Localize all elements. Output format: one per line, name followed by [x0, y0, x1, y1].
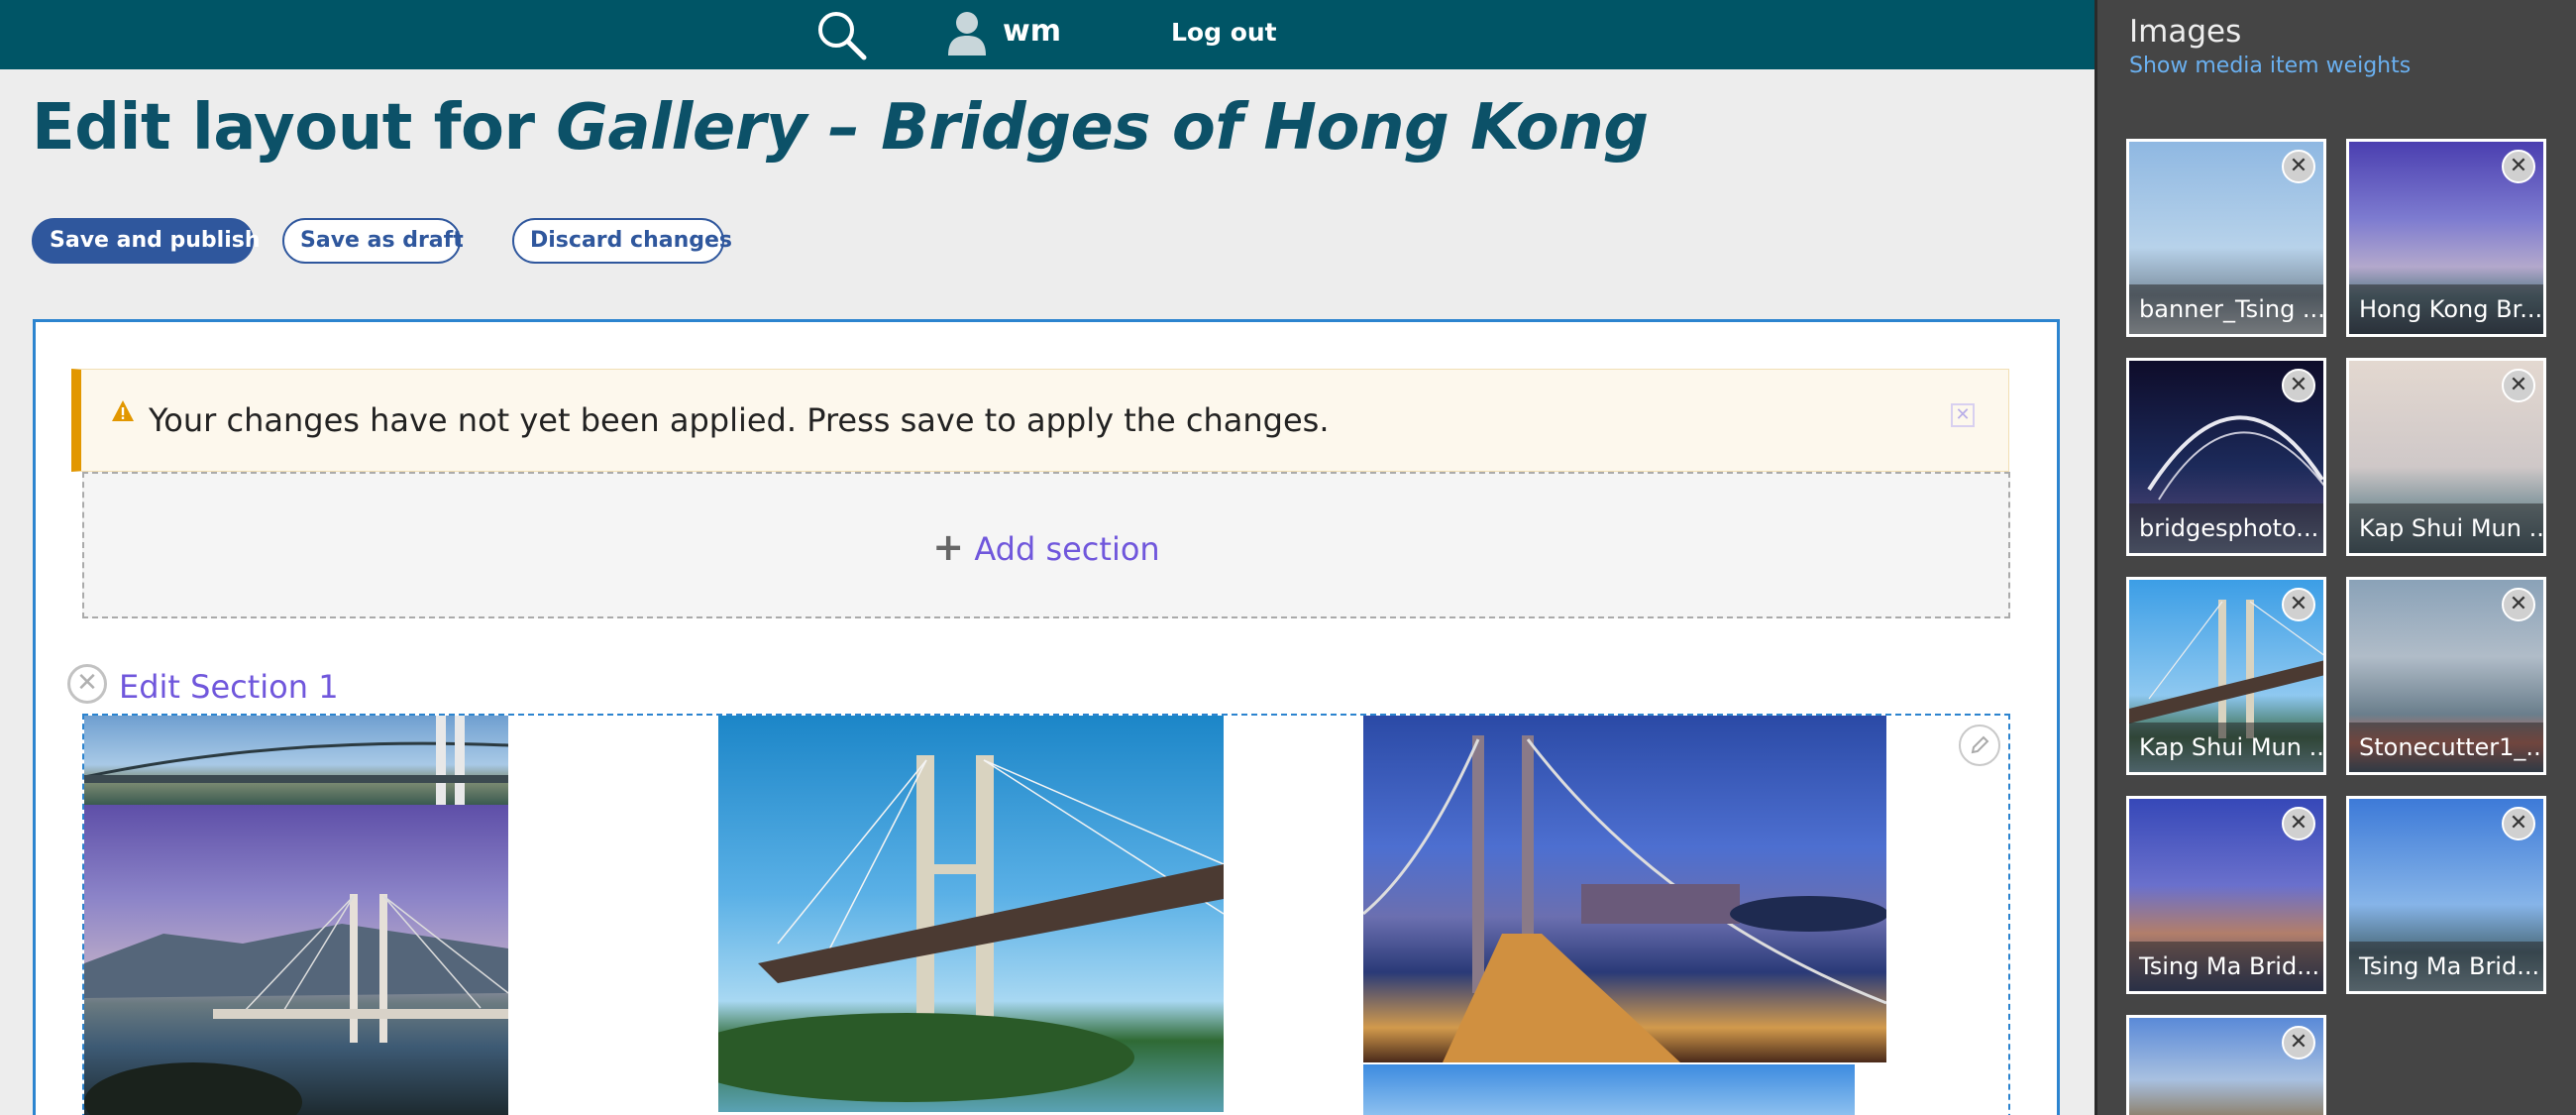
media-tile[interactable]: ✕ bridgesphoto... [2126, 358, 2326, 556]
gallery-image-tsing-ma-banner[interactable] [84, 716, 508, 805]
media-tile-label: banner_Tsing ... [2129, 284, 2323, 334]
warning-message: Your changes have not yet been applied. … [71, 369, 2009, 472]
remove-section-icon[interactable]: ✕ [67, 664, 107, 704]
add-section-link[interactable]: + Add section [84, 525, 2008, 569]
edit-section-link[interactable]: Edit Section 1 [119, 668, 339, 706]
close-icon[interactable]: ✕ [2282, 807, 2315, 840]
sidebar-title: Images [2129, 14, 2242, 50]
save-publish-button[interactable]: Save and publish [32, 218, 261, 264]
page-title-node: Gallery – Bridges of Hong Kong [556, 91, 1649, 165]
bridge-illustration [84, 716, 508, 805]
page-title-prefix: Edit layout for [32, 91, 535, 165]
discard-changes-button[interactable]: Discard changes [512, 218, 732, 264]
media-tile-label: Kap Shui Mun ... [2349, 503, 2543, 553]
media-tile[interactable]: ✕ Kap Shui Mun ... [2346, 358, 2546, 556]
admin-toolbar: wm Log out [0, 0, 2094, 69]
close-icon[interactable]: ✕ [2502, 150, 2535, 183]
add-section-zone: + Add section [82, 472, 2010, 618]
media-tile-label: Hong Kong Br... [2349, 284, 2543, 334]
media-tile[interactable]: ✕ banner_Tsing ... [2126, 139, 2326, 337]
bridge-illustration [1363, 735, 1886, 1062]
gallery-image-ting-kau[interactable] [718, 716, 1224, 1112]
save-draft-button[interactable]: Save as draft [282, 218, 464, 264]
media-tile-label: Tsing Ma Brid... [2129, 942, 2323, 991]
media-tile[interactable]: ✕ Hong Kong Br... [2346, 139, 2546, 337]
close-icon[interactable]: ✕ [2282, 1026, 2315, 1059]
pencil-glyph [1971, 735, 1989, 754]
plus-icon: + [932, 525, 965, 569]
media-tile-label: Stonecutter1_... [2349, 723, 2543, 772]
close-icon[interactable]: ✕ [2282, 369, 2315, 402]
media-tile-label: Tsing Ma Brid... [2349, 942, 2543, 991]
warning-message-text: Your changes have not yet been applied. … [149, 401, 1330, 439]
bridge-illustration [84, 894, 508, 1115]
gallery-image-partial[interactable] [1363, 1064, 1855, 1115]
media-tile-label: bridgesphoto... [2129, 503, 2323, 553]
media-tile-label: Kap Shui Mun ... [2129, 723, 2323, 772]
pencil-icon[interactable] [1959, 725, 2000, 766]
close-icon[interactable]: ✕ [2502, 807, 2535, 840]
close-icon[interactable]: ✕ [1951, 403, 1975, 427]
close-icon[interactable]: ✕ [2282, 150, 2315, 183]
show-weights-link[interactable]: Show media item weights [2129, 54, 2411, 78]
user-icon[interactable] [946, 10, 988, 56]
close-icon[interactable]: ✕ [2282, 588, 2315, 621]
media-tile[interactable]: ✕ Tsing Ma Brid... [2346, 796, 2546, 994]
warning-icon [112, 400, 134, 421]
close-icon[interactable]: ✕ [2502, 588, 2535, 621]
close-icon[interactable]: ✕ [2502, 369, 2535, 402]
page-title: Edit layout for Gallery – Bridges of Hon… [32, 91, 1649, 165]
search-icon[interactable] [814, 8, 868, 61]
gallery-image-tsing-ma-night[interactable] [1363, 716, 1886, 1062]
gallery-image-kap-shui-mun[interactable] [84, 805, 508, 1115]
username-link[interactable]: wm [1003, 14, 1061, 49]
logout-link[interactable]: Log out [1171, 18, 1277, 47]
media-tile[interactable]: ✕ Tsing Ma Brid... [2126, 796, 2326, 994]
media-tile[interactable]: ✕ Stonecutter1_... [2346, 577, 2546, 775]
media-tile[interactable]: ✕ Kap Shui Mun ... [2126, 577, 2326, 775]
add-section-label: Add section [974, 530, 1160, 568]
media-tile[interactable]: ✕ [2126, 1015, 2326, 1115]
bridge-illustration [718, 755, 1224, 1102]
